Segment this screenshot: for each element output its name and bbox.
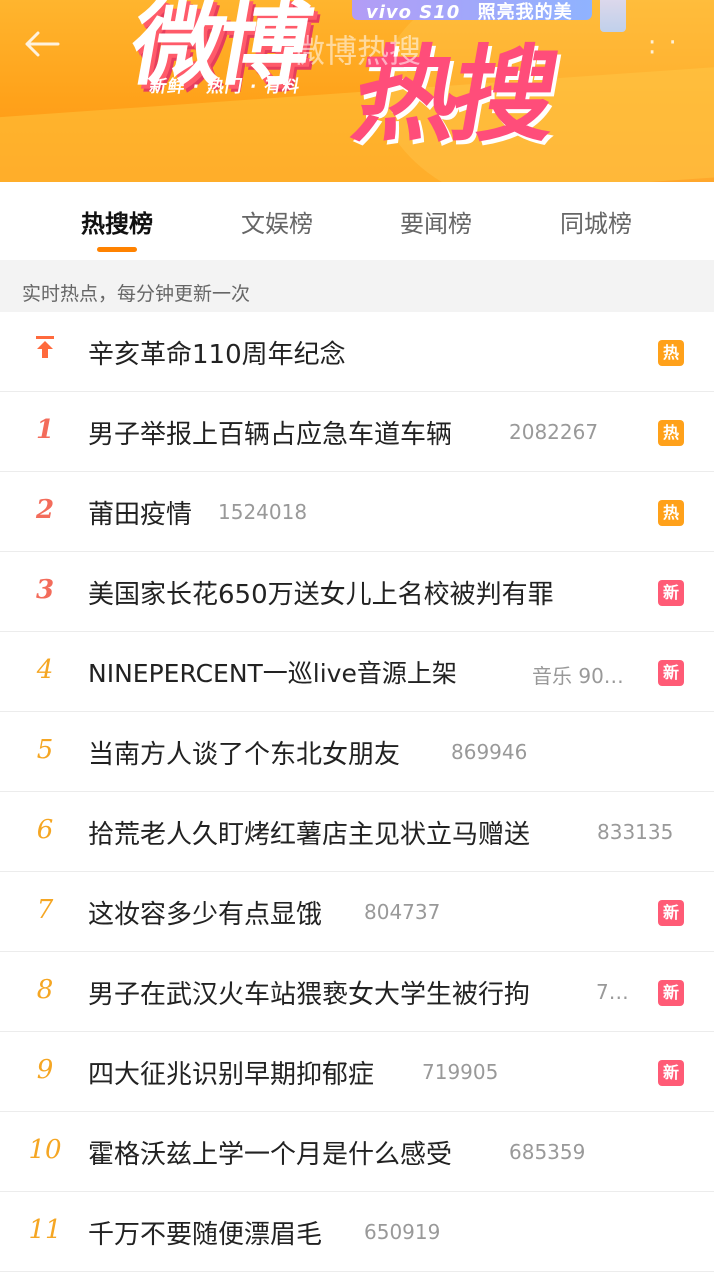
banner[interactable]: vivo S10 照亮我的美 微博 热搜 新鲜 · 热门 · 有料 微博热搜 ·… xyxy=(0,0,714,182)
heat-count: 7… xyxy=(596,980,629,1004)
new-badge: 新 xyxy=(658,900,684,926)
rank-number: 11 xyxy=(28,1215,62,1245)
tab-entertainment[interactable]: 文娱榜 xyxy=(202,204,352,239)
tab-bar: 热搜榜 文娱榜 要闻榜 同城榜 xyxy=(0,182,714,260)
list-item[interactable]: 10 霍格沃兹上学一个月是什么感受 685359 xyxy=(0,1112,714,1192)
pinned-top-icon xyxy=(24,335,66,366)
rank-number: 6 xyxy=(36,815,54,845)
heat-count: 719905 xyxy=(422,1060,499,1084)
item-title: NINEPERCENT一巡live音源上架 xyxy=(88,659,457,688)
item-title: 男子在武汉火车站猥亵女大学生被行拘 xyxy=(88,980,531,1010)
item-title: 四大征兆识别早期抑郁症 xyxy=(88,1060,375,1090)
list-item[interactable]: 8 男子在武汉火车站猥亵女大学生被行拘 7… 新 xyxy=(0,952,714,1032)
rank-number: 9 xyxy=(36,1055,54,1085)
item-title: 拾荒老人久盯烤红薯店主见状立马赠送 xyxy=(88,820,531,850)
heat-count: 804737 xyxy=(364,900,441,924)
heat-count: 650919 xyxy=(364,1220,441,1244)
heat-count: 685359 xyxy=(509,1140,586,1164)
rank-number: 7 xyxy=(36,895,54,925)
heat-count: 2082267 xyxy=(509,420,599,444)
rank-number: 8 xyxy=(36,975,54,1005)
tab-label: 热搜榜 xyxy=(81,210,153,238)
update-notice: 实时热点，每分钟更新一次 xyxy=(0,260,714,312)
new-badge: 新 xyxy=(658,1060,684,1086)
item-title: 霍格沃兹上学一个月是什么感受 xyxy=(88,1140,453,1170)
heat-count: 1524018 xyxy=(218,500,308,524)
list-item[interactable]: 3 美国家长花650万送女儿上名校被判有罪 新 xyxy=(0,552,714,632)
tab-local[interactable]: 同城榜 xyxy=(521,204,671,239)
hot-badge: 热 xyxy=(658,420,684,446)
list-item[interactable]: 4 NINEPERCENT一巡live音源上架 音乐 90… 新 xyxy=(0,632,714,712)
tab-label: 同城榜 xyxy=(560,210,632,238)
item-title: 男子举报上百辆占应急车道车辆 xyxy=(88,420,453,450)
more-options-icon[interactable]: · · · xyxy=(648,30,692,66)
item-title: 当南方人谈了个东北女朋友 xyxy=(88,740,401,770)
list-item[interactable]: 5 当南方人谈了个东北女朋友 869946 xyxy=(0,712,714,792)
list-item[interactable]: 1 男子举报上百辆占应急车道车辆 2082267 热 xyxy=(0,392,714,472)
rank-number: 5 xyxy=(36,735,54,765)
heat-count: 869946 xyxy=(451,740,528,764)
item-title: 莆田疫情 xyxy=(88,500,193,530)
active-tab-indicator xyxy=(97,247,137,252)
new-badge: 新 xyxy=(658,660,684,686)
hot-search-list: 辛亥革命110周年纪念 热 1 男子举报上百辆占应急车道车辆 2082267 热… xyxy=(0,312,714,1272)
tab-news[interactable]: 要闻榜 xyxy=(361,204,511,239)
list-item[interactable]: 辛亥革命110周年纪念 热 xyxy=(0,312,714,392)
list-item[interactable]: 6 拾荒老人久盯烤红薯店主见状立马赠送 833135 xyxy=(0,792,714,872)
item-title: 美国家长花650万送女儿上名校被判有罪 xyxy=(88,580,554,610)
tab-hot-search[interactable]: 热搜榜 xyxy=(42,204,192,252)
item-title: 这妆容多少有点显饿 xyxy=(88,900,323,930)
tab-label: 文娱榜 xyxy=(241,210,313,238)
hot-badge: 热 xyxy=(658,500,684,526)
rank-number: 10 xyxy=(28,1135,62,1165)
list-item[interactable]: 9 四大征兆识别早期抑郁症 719905 新 xyxy=(0,1032,714,1112)
list-item[interactable]: 7 这妆容多少有点显饿 804737 新 xyxy=(0,872,714,952)
item-title: 辛亥革命110周年纪念 xyxy=(88,340,346,370)
item-title: 千万不要随便漂眉毛 xyxy=(88,1220,323,1250)
page-title: 微博热搜 xyxy=(292,32,421,70)
rank-number: 3 xyxy=(35,575,55,605)
heat-count: 833135 xyxy=(597,820,674,844)
tab-label: 要闻榜 xyxy=(400,210,472,238)
banner-slogan: 新鲜 · 热门 · 有料 xyxy=(147,77,302,97)
new-badge: 新 xyxy=(658,980,684,1006)
heat-count: 音乐 90… xyxy=(532,664,624,688)
rank-number: 1 xyxy=(35,415,55,445)
list-item[interactable]: 11 千万不要随便漂眉毛 650919 xyxy=(0,1192,714,1272)
new-badge: 新 xyxy=(658,580,684,606)
rank-number: 4 xyxy=(36,655,54,685)
list-item[interactable]: 2 莆田疫情 1524018 热 xyxy=(0,472,714,552)
hot-badge: 热 xyxy=(658,340,684,366)
rank-number: 2 xyxy=(35,495,55,525)
